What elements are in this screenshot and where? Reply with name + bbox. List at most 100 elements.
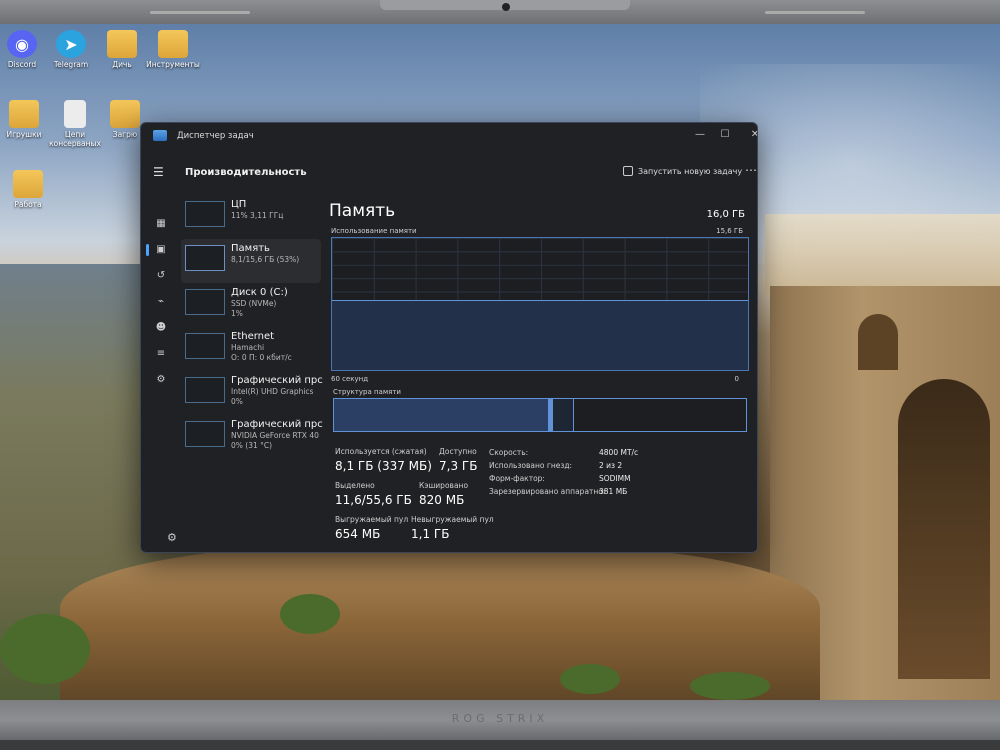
memory-usage-max: 15,6 ГБ: [716, 227, 743, 235]
memory-panel: Память 16,0 ГБ Использование памяти 15,6…: [329, 197, 749, 547]
stat-in-use: Используется (сжатая) 8,1 ГБ (337 МБ): [335, 447, 432, 473]
run-task-icon: [623, 166, 633, 176]
spec-label: Скорость:: [489, 448, 529, 457]
resource-thumbnail: [185, 421, 225, 447]
resource-detail: 8,1/15,6 ГБ (53%): [231, 255, 300, 264]
telegram-icon: ➤: [56, 30, 86, 58]
graph-axis-left: 60 секунд: [331, 375, 369, 383]
resource-thumbnail: [185, 377, 225, 403]
memory-usage-fill: [332, 300, 748, 370]
more-options-icon[interactable]: ⋯: [745, 163, 757, 177]
resource-item-disk[interactable]: Диск 0 (C:) SSD (NVMe) 1%: [181, 283, 321, 327]
history-icon[interactable]: ↺: [154, 269, 168, 283]
performance-icon[interactable]: ▣: [146, 243, 168, 257]
window-title: Диспетчер задач: [177, 131, 254, 141]
discord-icon: ◉: [7, 30, 37, 58]
memory-total: 16,0 ГБ: [706, 209, 745, 220]
wallpaper-arch: [898, 379, 990, 679]
resource-thumbnail: [185, 333, 225, 359]
memory-structure-free: [572, 399, 746, 431]
wallpaper-arch-small: [858, 314, 898, 370]
page-header: ☰ Производительность Запустить новую зад…: [141, 157, 757, 187]
stat-value: 820 МБ: [419, 493, 465, 507]
resource-detail: О: 0 П: 0 кбит/с: [231, 353, 292, 362]
wallpaper-bush: [690, 672, 770, 700]
spec-label: Зарезервировано аппаратно:: [489, 487, 606, 496]
stat-value: 11,6/55,6 ГБ: [335, 493, 412, 507]
resource-list: ЦП 11% 3,11 ГГц Память 8,1/15,6 ГБ (53%)…: [181, 195, 323, 459]
settings-gear-icon[interactable]: ⚙: [167, 531, 177, 544]
memory-structure-bar: [333, 398, 747, 432]
maximize-button[interactable]: ☐: [711, 126, 739, 144]
folder-icon: [107, 30, 137, 58]
spec-label: Использовано гнезд:: [489, 461, 573, 470]
run-new-task-button[interactable]: Запустить новую задачу: [623, 166, 742, 176]
task-manager-window: Диспетчер задач — ☐ ✕ ☰ Производительнос…: [140, 122, 758, 553]
resource-detail: NVIDIA GeForce RTX 40: [231, 431, 319, 440]
resource-thumbnail: [185, 289, 225, 315]
resource-item-gpu-nvidia[interactable]: Графический прс NVIDIA GeForce RTX 40 0%…: [181, 415, 323, 459]
wallpaper-bush: [560, 664, 620, 694]
minimize-button[interactable]: —: [686, 126, 714, 144]
run-new-task-label: Запустить новую задачу: [638, 166, 743, 176]
hamburger-menu-icon[interactable]: ☰: [153, 165, 164, 179]
stat-value: 7,3 ГБ: [439, 459, 478, 473]
bezel-strip: [765, 11, 865, 14]
resource-name: Графический прс: [231, 375, 323, 386]
resource-name: Графический прс: [231, 419, 323, 430]
stat-paged-pool: Выгружаемый пул 654 МБ: [335, 515, 408, 541]
folder-icon: [13, 170, 43, 198]
resource-item-cpu[interactable]: ЦП 11% 3,11 ГГц: [181, 195, 321, 239]
folder-icon: [110, 100, 140, 128]
resource-detail: 0% (31 °C): [231, 441, 273, 450]
page-title: Производительность: [185, 167, 307, 178]
resource-detail: Hamachi: [231, 343, 265, 352]
wallpaper-town: [765, 214, 1000, 294]
laptop-brand-logo: ROG STRIX: [451, 712, 549, 725]
spec-label: Форм-фактор:: [489, 474, 545, 483]
resource-detail: 1%: [231, 309, 243, 318]
webcam: [502, 3, 510, 11]
desktop-icon-folder[interactable]: Инструменты: [143, 30, 203, 70]
folder-icon: [158, 30, 188, 58]
stat-label: Используется (сжатая): [335, 447, 427, 456]
processes-icon[interactable]: ▦: [154, 217, 168, 231]
stat-label: Кэшировано: [419, 481, 469, 490]
nav-rail: ▦ ▣ ↺ ⌁ ☻ ≡ ⚙: [141, 193, 177, 552]
users-icon[interactable]: ☻: [154, 321, 168, 335]
resource-detail: Intel(R) UHD Graphics: [231, 387, 314, 396]
resource-item-memory[interactable]: Память 8,1/15,6 ГБ (53%): [181, 239, 321, 283]
laptop-bezel-top: [0, 0, 1000, 24]
stat-cached: Кэшировано 820 МБ: [419, 481, 468, 507]
stat-label: Выделено: [335, 481, 375, 490]
spec-value: 381 МБ: [599, 487, 628, 496]
resource-item-gpu-intel[interactable]: Графический прс Intel(R) UHD Graphics 0%: [181, 371, 323, 415]
spec-value: 2 из 2: [599, 461, 623, 470]
startup-icon[interactable]: ⌁: [154, 295, 168, 309]
resource-name: ЦП: [231, 199, 247, 210]
resource-item-ethernet[interactable]: Ethernet Hamachi О: 0 П: 0 кбит/с: [181, 327, 321, 371]
folder-icon: [9, 100, 39, 128]
services-icon[interactable]: ⚙: [154, 373, 168, 387]
stat-label: Доступно: [439, 447, 477, 456]
memory-usage-graph: [331, 237, 749, 371]
stat-label: Выгружаемый пул: [335, 515, 409, 524]
stat-value: 654 МБ: [335, 527, 381, 541]
resource-detail: 0%: [231, 397, 243, 406]
task-manager-icon: [153, 130, 167, 141]
resource-thumbnail: [185, 245, 225, 271]
resource-name: Диск 0 (C:): [231, 287, 288, 298]
stat-committed: Выделено 11,6/55,6 ГБ: [335, 481, 412, 507]
close-button[interactable]: ✕: [741, 126, 757, 144]
spec-value: SODIMM: [599, 474, 631, 483]
memory-structure-label: Структура памяти: [333, 388, 401, 396]
stat-value: 1,1 ГБ: [411, 527, 450, 541]
stat-value: 8,1 ГБ (337 МБ): [335, 459, 432, 473]
memory-usage-label: Использование памяти: [331, 227, 417, 235]
graph-axis-right: 0: [734, 375, 739, 383]
wallpaper-bush: [0, 614, 90, 684]
desktop-icon-folder[interactable]: Работа: [0, 170, 58, 210]
details-icon[interactable]: ≡: [154, 347, 168, 361]
memory-structure-standby: [552, 399, 573, 431]
title-bar[interactable]: Диспетчер задач — ☐ ✕: [141, 123, 757, 147]
